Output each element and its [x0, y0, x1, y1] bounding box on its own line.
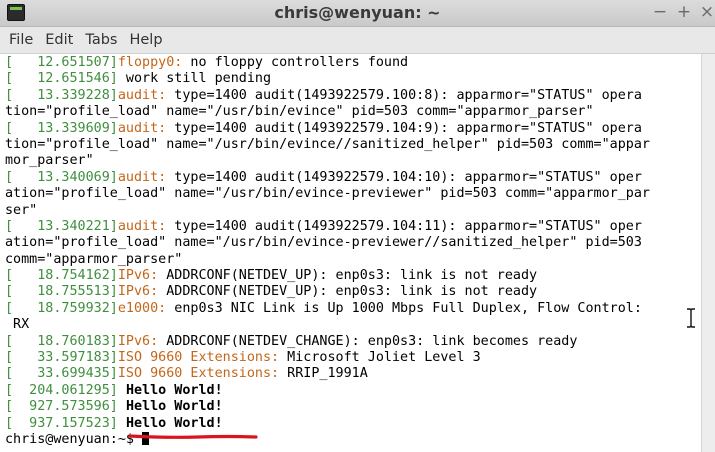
terminal-line: tion="profile_load" name="/usr/bin/evinc…	[5, 137, 701, 153]
prompt-line[interactable]: chris@wenyuan:~$	[5, 431, 701, 448]
terminal-line: mor_parser"	[5, 153, 701, 169]
log-highlight-message: Hello World!	[125, 382, 223, 398]
terminal-line: [ 18.755513]IPv6: ADDRCONF(NETDEV_UP): e…	[5, 284, 701, 300]
log-message: type=1400 audit(1493922579.104:10): appa…	[166, 169, 642, 185]
annotation-underline	[128, 434, 258, 439]
log-timestamp: [ 12.651507]	[5, 55, 118, 70]
terminal-line: [ 13.339228]audit: type=1400 audit(14939…	[5, 88, 701, 104]
log-highlight-message: Hello World!	[125, 399, 223, 415]
terminal-line: [ 12.651507]floppy0: no floppy controlle…	[5, 55, 701, 71]
terminal-line: tion="profile_load" name="/usr/bin/evinc…	[5, 104, 701, 120]
menu-help[interactable]: Help	[120, 27, 165, 53]
log-timestamp: [ 18.754162]	[5, 268, 118, 284]
log-timestamp: [ 33.699435]	[5, 366, 118, 382]
log-timestamp: [ 18.759932]	[5, 300, 118, 316]
terminal-line: comm="apparmor_parser"	[5, 252, 701, 268]
log-timestamp: [ 13.339228]	[5, 87, 118, 103]
log-message	[118, 416, 126, 431]
menu-tabs[interactable]: Tabs	[76, 27, 120, 53]
log-timestamp: [ 13.340069]	[5, 169, 118, 185]
log-timestamp: [ 927.573596]	[5, 399, 118, 415]
terminal-line: [ 18.759932]e1000: enp0s3 NIC Link is Up…	[5, 301, 701, 317]
terminal-line: [ 33.699435]ISO 9660 Extensions: RRIP_19…	[5, 366, 701, 382]
log-timestamp: [ 937.157523]	[5, 415, 118, 431]
maximize-button[interactable]: +	[674, 0, 694, 26]
terminal-line: [ 13.340069]audit: type=1400 audit(14939…	[5, 170, 701, 186]
terminal-line: [ 18.760183]IPv6: ADDRCONF(NETDEV_CHANGE…	[5, 334, 701, 350]
log-timestamp: [ 13.340221]	[5, 218, 118, 234]
log-subsystem: IPv6:	[117, 268, 159, 284]
log-timestamp: [ 13.339609]	[5, 120, 118, 136]
terminal-line: [ 13.340221]audit: type=1400 audit(14939…	[5, 219, 701, 235]
log-message: comm="apparmor_parser"	[5, 251, 183, 267]
log-message: type=1400 audit(1493922579.104:11): appa…	[166, 218, 642, 234]
menu-edit[interactable]: Edit	[36, 27, 76, 53]
log-message: Microsoft Joliet Level 3	[279, 350, 481, 366]
terminal-line: [ 937.157523] Hello World!	[5, 416, 701, 432]
log-message: tion="profile_load" name="/usr/bin/evinc…	[5, 136, 650, 152]
terminal-line: [ 927.573596] Hello World!	[5, 399, 701, 415]
log-message: RX	[5, 317, 30, 333]
terminal-line: [ 13.339609]audit: type=1400 audit(14939…	[5, 121, 701, 137]
log-timestamp: [ 204.061295]	[5, 382, 118, 398]
close-button[interactable]: ×	[697, 0, 715, 26]
log-message	[118, 399, 126, 414]
log-message: enp0s3 NIC Link is Up 1000 Mbps Full Dup…	[166, 300, 642, 316]
terminal-line: ation="profile_load" name="/usr/bin/evin…	[5, 235, 701, 251]
log-message	[118, 383, 126, 398]
log-subsystem: audit:	[117, 120, 167, 136]
terminal-line: ation="profile_load" name="/usr/bin/evin…	[5, 186, 701, 202]
log-subsystem: audit:	[117, 218, 167, 234]
log-message: no floppy controllers found	[182, 55, 409, 70]
scrollbar[interactable]	[701, 54, 715, 452]
ibeam-cursor-icon	[687, 308, 695, 328]
log-message: type=1400 audit(1493922579.100:8): appar…	[166, 87, 642, 103]
log-subsystem: IPv6:	[117, 333, 159, 349]
log-subsystem: IPv6:	[117, 284, 159, 300]
log-message: tion="profile_load" name="/usr/bin/evinc…	[5, 104, 594, 120]
terminal-line: [ 12.651546] work still pending	[5, 71, 701, 87]
terminal-line: [ 33.597183]ISO 9660 Extensions: Microso…	[5, 350, 701, 366]
log-message: ADDRCONF(NETDEV_CHANGE): enp0s3: link be…	[158, 333, 578, 349]
shell-prompt: chris@wenyuan:~$	[5, 431, 143, 447]
minimize-button[interactable]: −	[650, 0, 670, 26]
log-message: mor_parser"	[5, 153, 94, 169]
log-message: work still pending	[117, 71, 272, 87]
menu-bar: File Edit Tabs Help	[0, 27, 715, 54]
log-subsystem: e1000:	[117, 300, 167, 316]
terminal-line: [ 18.754162]IPv6: ADDRCONF(NETDEV_UP): e…	[5, 268, 701, 284]
log-message: ation="profile_load" name="/usr/bin/evin…	[5, 186, 650, 202]
title-bar[interactable]: chris@wenyuan: ~ − + ×	[0, 0, 715, 27]
log-subsystem: audit:	[117, 87, 167, 103]
log-message: ation="profile_load" name="/usr/bin/evin…	[5, 235, 642, 251]
terminal-line: ser"	[5, 203, 701, 219]
log-subsystem: ISO 9660 Extensions:	[117, 350, 280, 366]
log-message: ser"	[5, 202, 38, 218]
log-highlight-message: Hello World!	[125, 415, 223, 431]
log-subsystem: ISO 9660 Extensions:	[117, 366, 280, 382]
terminal-line: [ 204.061295] Hello World!	[5, 383, 701, 399]
log-subsystem: audit:	[117, 169, 167, 185]
log-timestamp: [ 12.651546]	[5, 71, 118, 87]
log-message: ADDRCONF(NETDEV_UP): enp0s3: link is not…	[158, 268, 538, 284]
window-title: chris@wenyuan: ~	[274, 3, 441, 22]
log-message: ADDRCONF(NETDEV_UP): enp0s3: link is not…	[158, 284, 538, 300]
log-subsystem: floppy0:	[117, 55, 183, 70]
log-timestamp: [ 18.760183]	[5, 333, 118, 349]
log-message: type=1400 audit(1493922579.104:9): appar…	[166, 120, 642, 136]
log-timestamp: [ 18.755513]	[5, 284, 118, 300]
log-message: RRIP_1991A	[279, 366, 368, 382]
terminal-output[interactable]: [ 12.651507]floppy0: no floppy controlle…	[0, 54, 701, 452]
log-timestamp: [ 33.597183]	[5, 350, 118, 366]
terminal-line: RX	[5, 317, 701, 333]
menu-file[interactable]: File	[0, 27, 36, 53]
